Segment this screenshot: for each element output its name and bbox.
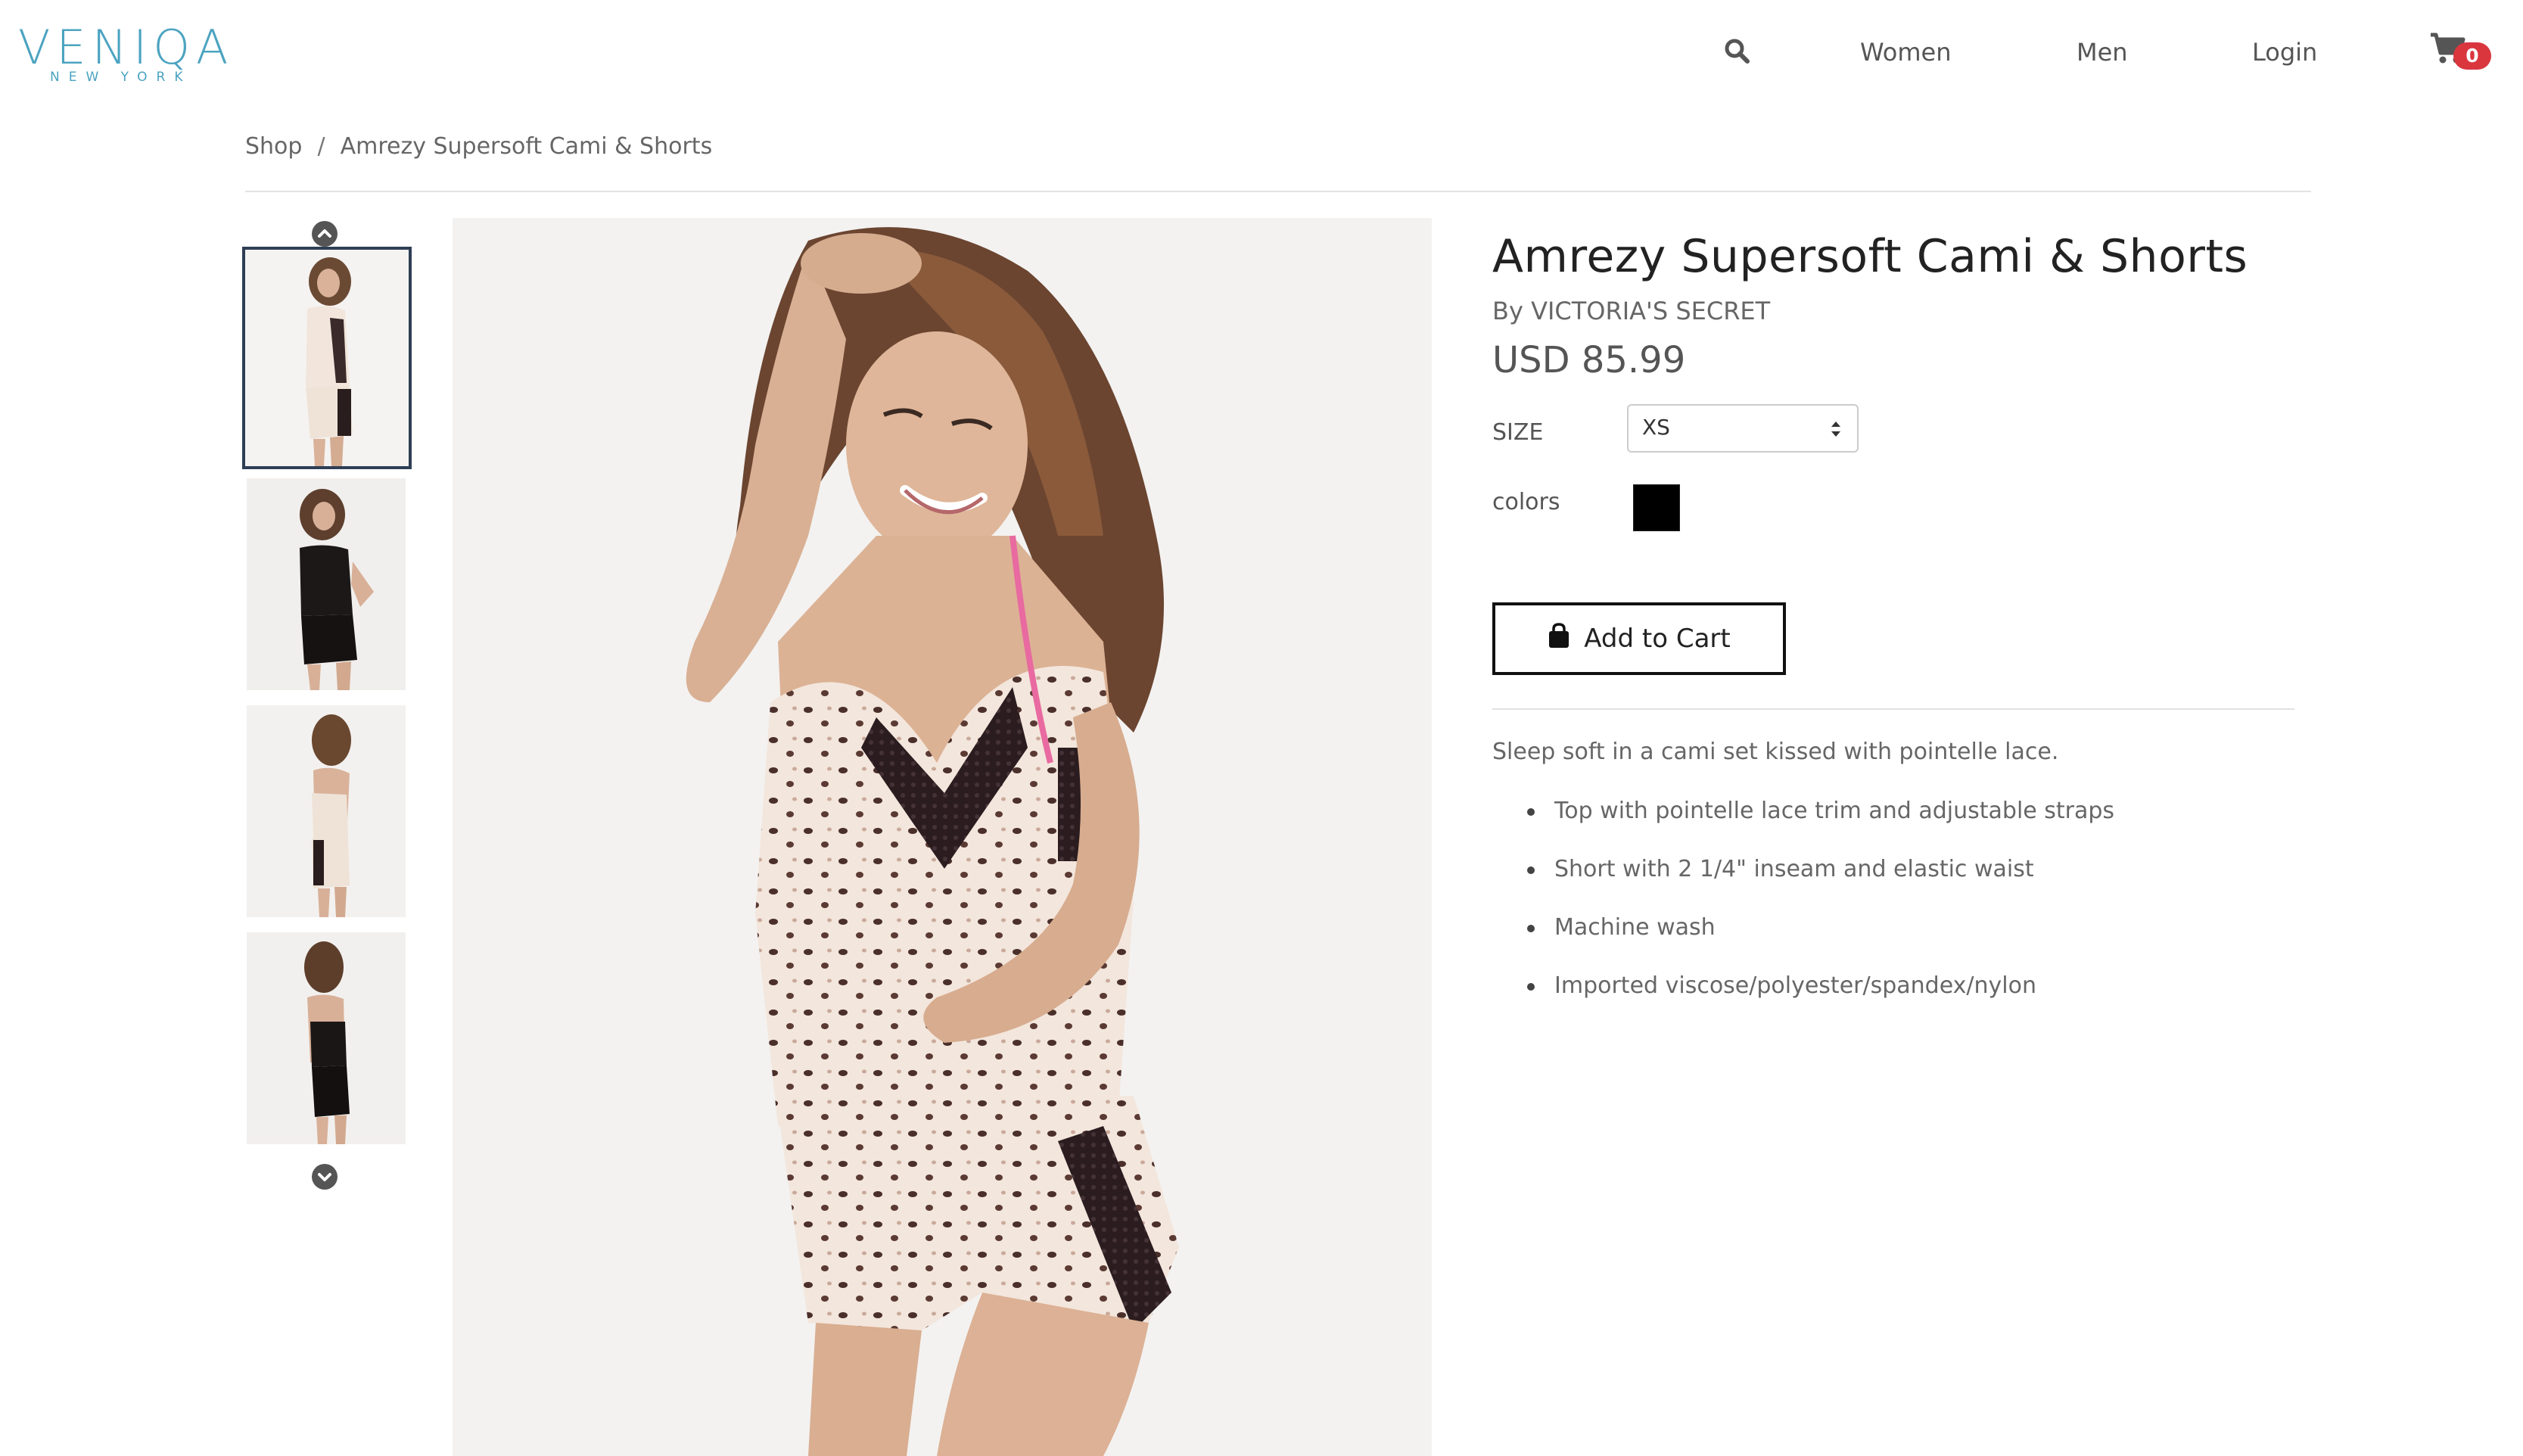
search-icon[interactable]: [1722, 36, 1753, 67]
add-to-cart-label: Add to Cart: [1584, 624, 1731, 654]
breadcrumb-separator: /: [317, 133, 325, 160]
cart-count-badge: 0: [2453, 42, 2491, 70]
feature-item: Top with pointelle lace trim and adjusta…: [1527, 798, 2284, 856]
site-header: VENIQA NEW YORK Women Men Login 0: [0, 0, 2523, 106]
breadcrumb-shop[interactable]: Shop: [245, 133, 302, 160]
shopping-bag-icon: [1548, 622, 1570, 655]
color-swatch-black[interactable]: [1633, 484, 1680, 531]
chevron-up-icon[interactable]: [312, 221, 338, 247]
breadcrumb: Shop / Amrezy Supersoft Cami & Shorts: [245, 133, 712, 160]
veniqa-logo[interactable]: VENIQA NEW YORK: [18, 20, 235, 86]
size-select[interactable]: XS: [1627, 404, 1859, 453]
product-title: Amrezy Supersoft Cami & Shorts: [1492, 230, 2248, 283]
product-thumbnail-4[interactable]: [247, 932, 406, 1144]
feature-item: Imported viscose/polyester/spandex/nylon: [1527, 972, 2284, 1031]
product-brand: By VICTORIA'S SECRET: [1492, 297, 1771, 325]
nav-women[interactable]: Women: [1860, 38, 1951, 67]
product-thumbnail-3[interactable]: [247, 705, 406, 917]
product-description: Sleep soft in a cami set kissed with poi…: [1492, 739, 2059, 765]
size-select-value: XS: [1642, 415, 1670, 440]
nav-men[interactable]: Men: [2077, 38, 2128, 67]
product-price: USD 85.99: [1492, 339, 1686, 381]
feature-item: Short with 2 1/4" inseam and elastic wai…: [1527, 856, 2284, 914]
feature-item: Machine wash: [1527, 914, 2284, 972]
product-thumbnail-2[interactable]: [247, 478, 406, 690]
feature-list: Top with pointelle lace trim and adjusta…: [1527, 798, 2284, 1031]
logo-tagline: NEW YORK: [50, 70, 192, 85]
product-thumbnail-1[interactable]: [242, 247, 412, 469]
select-caret-icon: [1830, 418, 1842, 440]
product-main-image[interactable]: [453, 218, 1432, 1456]
colors-label: colors: [1492, 489, 1560, 515]
logo-wordmark: VENIQA: [18, 20, 235, 75]
nav-login[interactable]: Login: [2252, 38, 2317, 67]
chevron-down-icon[interactable]: [312, 1164, 338, 1190]
breadcrumb-divider: [245, 191, 2311, 192]
size-label: SIZE: [1492, 419, 1544, 446]
details-divider: [1492, 708, 2294, 710]
add-to-cart-button[interactable]: Add to Cart: [1492, 602, 1786, 675]
cart-button[interactable]: 0: [2429, 32, 2502, 74]
breadcrumb-current: Amrezy Supersoft Cami & Shorts: [340, 133, 713, 160]
